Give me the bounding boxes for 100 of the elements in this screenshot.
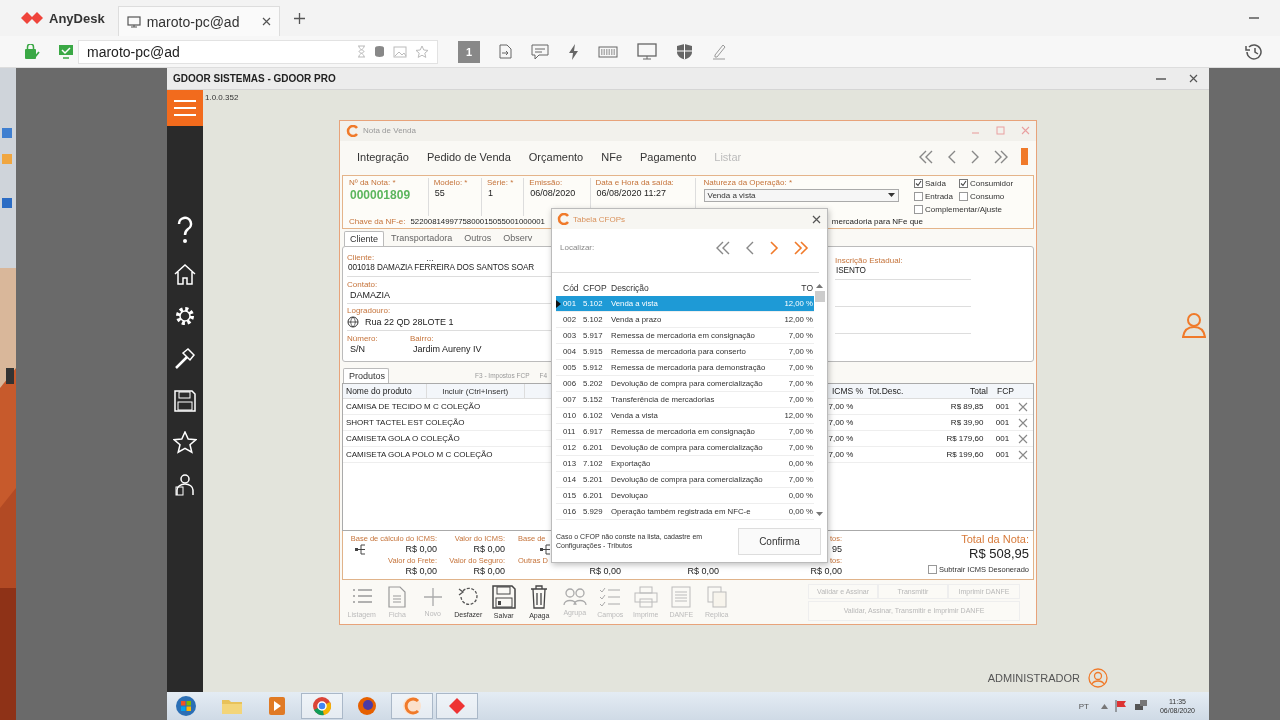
last-icon[interactable] — [793, 239, 809, 256]
field-label: Série: * — [487, 177, 515, 187]
checkmark-icon — [960, 179, 967, 187]
table-cell: CAMISA DE TECIDO M C COLEÇÃO — [346, 402, 481, 412]
language-indicator[interactable]: PT — [1078, 701, 1089, 711]
checkbox[interactable]: Saída — [914, 177, 959, 189]
scroll-up-icon[interactable] — [816, 284, 823, 288]
checkbox[interactable]: Complementar/Ajuste — [914, 203, 1029, 215]
menu-item[interactable]: Pedido de Venda — [427, 150, 511, 163]
field-label: Nº da Nota: * — [349, 177, 397, 187]
tab[interactable]: Produtos — [343, 368, 389, 384]
scroll-down-icon[interactable] — [816, 512, 823, 516]
tab[interactable]: Transportadora — [386, 230, 458, 246]
keyboard-icon[interactable] — [598, 45, 618, 58]
row-marker-icon — [556, 299, 561, 308]
lock-check-icon[interactable] — [24, 43, 40, 60]
tab[interactable]: Cliente — [344, 230, 384, 246]
confirm-button[interactable]: Confirma — [737, 527, 821, 555]
star-icon[interactable] — [415, 45, 429, 58]
tab[interactable]: Outros — [459, 230, 497, 246]
new-tab-button[interactable] — [291, 10, 308, 26]
monitor-check-icon[interactable] — [58, 44, 74, 59]
field-value: Rua 22 QD 28LOTE 1 — [364, 316, 454, 327]
minimize-icon — [1249, 16, 1259, 20]
media-player-icon — [268, 696, 286, 716]
taskbar-button[interactable] — [301, 693, 343, 719]
close-icon — [1018, 433, 1029, 444]
settings-icon[interactable] — [173, 304, 197, 328]
table-cell-text: R$ 179,60 — [945, 434, 984, 444]
tree-icon[interactable] — [540, 543, 551, 555]
lightning-icon[interactable] — [568, 43, 579, 60]
checkbox[interactable]: Consumo — [959, 190, 1029, 202]
field-value: 55 — [433, 187, 446, 198]
field-value: ISENTO — [835, 266, 867, 276]
add-button[interactable]: Incluir (Ctrl+Insert) — [425, 384, 525, 399]
tab[interactable]: Observ — [498, 230, 538, 246]
menu-item[interactable]: Orçamento — [528, 150, 584, 163]
app-icon — [557, 213, 569, 225]
menu-item[interactable]: Pagamento — [640, 150, 697, 163]
first-icon[interactable] — [715, 239, 731, 256]
network-icon[interactable] — [1133, 699, 1148, 713]
diamond-icon — [448, 697, 466, 715]
first-icon[interactable] — [918, 148, 934, 165]
home-icon[interactable] — [173, 263, 197, 285]
close-icon — [1188, 74, 1198, 83]
chat-icon[interactable] — [531, 43, 549, 60]
flag-icon[interactable] — [1113, 699, 1128, 713]
column-header: Total — [969, 386, 988, 397]
table-cell-text: R$ 89,85 — [949, 402, 984, 412]
table-cell: CAMISETA GOLA O COLEÇÃO — [346, 434, 460, 444]
app-icon — [346, 124, 358, 137]
total-value: R$ 0,00 — [687, 566, 719, 577]
menu-item[interactable]: NFe — [601, 150, 622, 163]
session-tab[interactable]: maroto-pc@ad — [117, 6, 280, 36]
shield-icon[interactable] — [676, 43, 693, 60]
help-icon[interactable] — [177, 216, 193, 244]
lookup-button[interactable]: ... — [426, 253, 434, 263]
address-field[interactable]: maroto-pc@ad — [78, 39, 438, 64]
table-cell-text: R$ 199,60 — [945, 450, 984, 460]
close-button[interactable] — [812, 214, 821, 224]
last-icon[interactable] — [993, 148, 1009, 165]
column-header: Nome do produto — [346, 386, 412, 397]
taskbar-button[interactable] — [436, 693, 478, 719]
total-value: R$ 0,00 — [589, 566, 621, 577]
dropdown[interactable]: Venda a vista — [703, 188, 899, 202]
display-button[interactable]: 1 — [458, 40, 480, 63]
table-cell-text: 7,00 % — [828, 402, 855, 412]
arrow-up-icon[interactable] — [1100, 703, 1108, 709]
tree-icon[interactable] — [355, 543, 366, 555]
plus-icon — [294, 12, 306, 24]
person-icon[interactable] — [173, 473, 197, 497]
next-icon[interactable] — [970, 148, 980, 165]
checkbox[interactable]: Consumidor — [959, 177, 1029, 189]
start-button-icon[interactable] — [175, 695, 197, 717]
column-header: CFOP — [583, 283, 608, 293]
total-value: R$ 508,95 — [969, 545, 1029, 562]
page-icon — [388, 586, 407, 609]
pen-icon[interactable] — [712, 43, 726, 60]
close-icon[interactable] — [1021, 126, 1030, 136]
printer-icon — [633, 586, 658, 609]
checkbox[interactable]: Entrada — [914, 190, 959, 202]
column-header: Cód — [562, 283, 580, 293]
previous-icon[interactable] — [745, 239, 755, 256]
hint-text: mercadoria para NFe que — [831, 217, 923, 227]
previous-icon[interactable] — [947, 148, 957, 165]
browser-icon — [357, 696, 377, 716]
menu-item[interactable]: Integração — [357, 150, 409, 163]
globe-icon[interactable] — [347, 315, 359, 328]
file-arrow-icon[interactable] — [499, 44, 512, 59]
user-icon[interactable] — [1088, 668, 1108, 688]
window-title: GDOOR SISTEMAS - GDOOR PRO — [173, 73, 336, 84]
monitor-icon[interactable] — [637, 43, 657, 60]
field-value: DAMAZIA — [349, 289, 391, 300]
hammer-icon[interactable] — [173, 347, 197, 371]
history-icon[interactable] — [1245, 43, 1263, 60]
next-icon[interactable] — [769, 239, 779, 256]
close-tab-button[interactable] — [261, 17, 271, 26]
scroll-thumb[interactable] — [814, 291, 825, 302]
menu-button[interactable] — [167, 90, 203, 126]
field-value: S/N — [349, 344, 366, 355]
